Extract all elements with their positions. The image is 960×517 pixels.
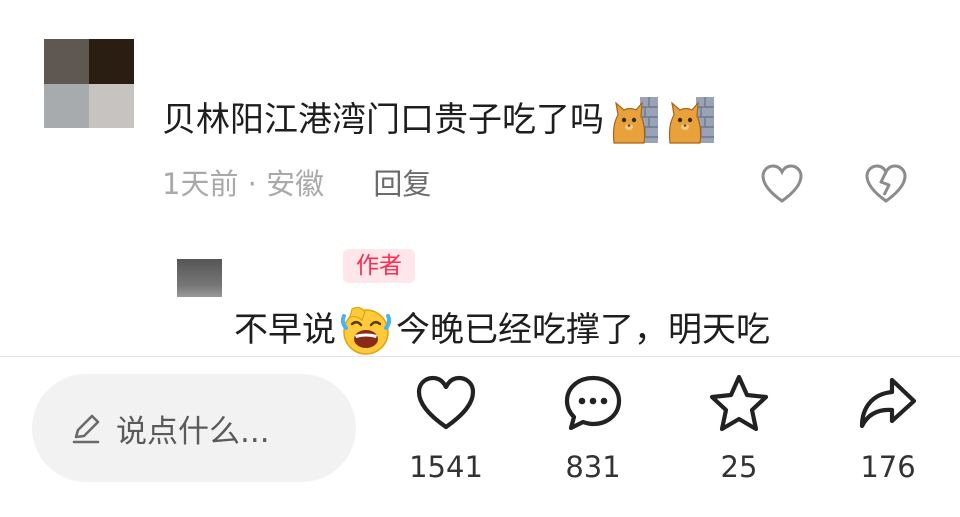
pencil-icon — [72, 414, 100, 444]
heart-icon — [416, 375, 476, 430]
comment-dislike-broken-heart-icon[interactable] — [864, 163, 908, 205]
comment-text: 贝林阳江港湾门口贵子吃了吗 — [162, 100, 604, 140]
comment-location: 安徽 — [266, 167, 325, 201]
comment-body[interactable]: 贝林阳江港湾门口贵子吃了吗 — [162, 94, 716, 146]
reply-text-start: 不早说 — [234, 310, 336, 350]
author-avatar[interactable] — [177, 259, 222, 297]
comment-time: 1天前 — [162, 167, 239, 201]
comment-like-heart-icon[interactable] — [760, 163, 804, 205]
comment-count: 831 — [565, 450, 621, 484]
star-icon — [709, 374, 769, 432]
divider — [0, 356, 960, 357]
share-count: 176 — [860, 450, 916, 484]
favorite-button[interactable]: 25 — [679, 372, 799, 484]
reply-button[interactable]: 回复 — [373, 167, 431, 201]
share-button[interactable]: 176 — [828, 372, 948, 484]
avatar-pixel — [44, 39, 89, 84]
avatar-pixel — [44, 83, 89, 128]
like-count: 1541 — [409, 450, 483, 484]
laughing-crying-emoji-icon — [340, 306, 392, 355]
comment-input[interactable]: 说点什么... — [32, 374, 356, 482]
commenter-avatar[interactable] — [44, 39, 134, 128]
favorite-count: 25 — [720, 450, 758, 484]
cat-at-wall-emoji-icon — [612, 97, 658, 144]
avatar-pixel — [89, 39, 134, 84]
comment-meta: 1天前 · 安徽 回复 — [162, 164, 431, 204]
comment-button[interactable]: 831 — [533, 372, 653, 484]
cat-at-wall-emoji-icon — [668, 97, 714, 144]
author-badge: 作者 — [343, 249, 415, 283]
speech-bubble-icon — [564, 375, 622, 431]
reply-body[interactable]: 不早说 今晚已经吃撑了，明天吃 — [234, 302, 770, 358]
meta-separator: · — [247, 167, 257, 201]
avatar-pixel — [89, 83, 134, 128]
like-button[interactable]: 1541 — [386, 372, 506, 484]
share-arrow-icon — [859, 377, 917, 429]
input-placeholder: 说点什么... — [116, 413, 270, 450]
reply-text-end: 今晚已经吃撑了，明天吃 — [396, 310, 770, 350]
